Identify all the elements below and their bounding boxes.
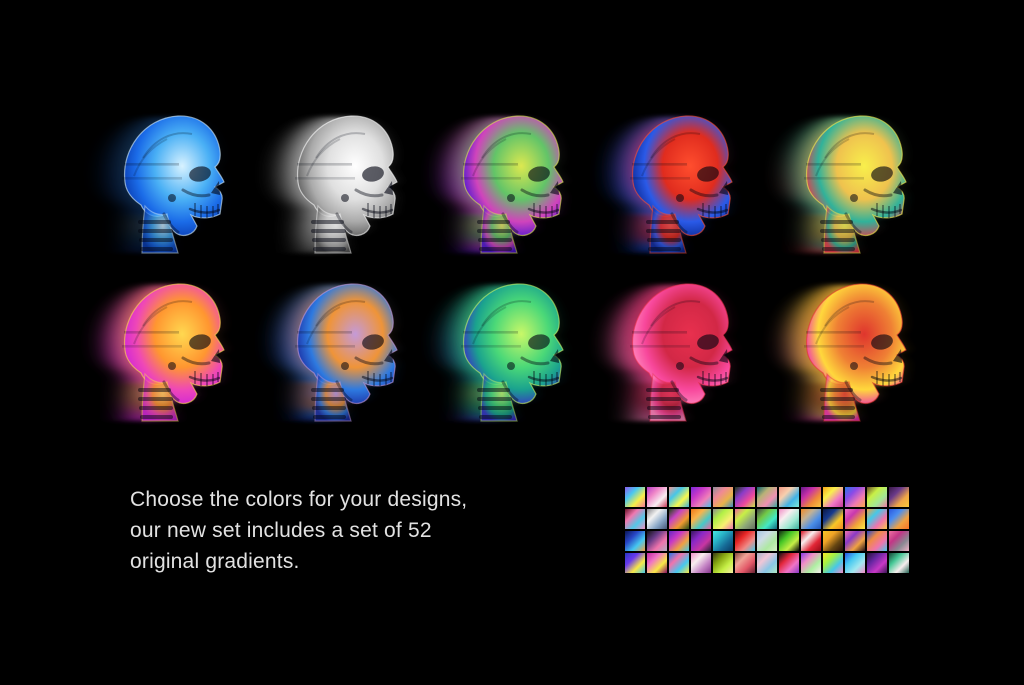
gradient-swatch [669,509,689,529]
caption-line-3: original gradients. [130,546,510,577]
skull-xray-lavender-orange-blue [261,270,421,422]
skull-row-top [0,102,1024,272]
gradient-swatch [647,531,667,551]
gradient-swatch [867,509,887,529]
gradient-swatch [889,553,909,573]
gradient-swatch [889,531,909,551]
gradient-swatch [757,531,777,551]
skull-xray-graphic [427,102,587,254]
skull-xray-green-blue [427,270,587,422]
gradient-swatch [867,531,887,551]
caption-line-1: Choose the colors for your designs, [130,484,510,515]
skull-xray-yellow-teal-red [770,102,930,254]
skull-xray-graphic [261,270,421,422]
skull-xray-graphic [88,102,248,254]
gradient-swatch [625,487,645,507]
gradient-swatch [867,487,887,507]
gradient-swatch [669,487,689,507]
gradient-swatch [801,531,821,551]
gradient-swatch [801,509,821,529]
gradient-swatch [823,531,843,551]
gradient-swatch [625,553,645,573]
gradient-swatch [735,553,755,573]
gradient-swatch [757,553,777,573]
gradient-swatch [779,487,799,507]
gradient-swatch [823,509,843,529]
skull-xray-white [261,102,421,254]
gradient-swatch [647,553,667,573]
caption-line-2: our new set includes a set of 52 [130,515,510,546]
gradient-swatch [757,487,777,507]
skull-xray-lime-purple [427,102,587,254]
skull-xray-graphic [770,270,930,422]
gradient-grid [625,487,909,573]
gradient-swatch [779,509,799,529]
gradient-swatch [757,509,777,529]
gradient-swatch [823,553,843,573]
skull-xray-graphic [427,270,587,422]
gradient-swatch [735,487,755,507]
gradient-swatch [713,531,733,551]
gradient-swatch [889,509,909,529]
gradient-swatch [625,509,645,529]
gradient-swatch [801,553,821,573]
gradient-swatch [713,487,733,507]
skull-row-bottom [0,270,1024,440]
gradient-swatch [779,531,799,551]
gradient-swatch [713,553,733,573]
gradient-swatch [691,487,711,507]
gradient-swatch [845,553,865,573]
gradient-swatch [691,553,711,573]
gradient-swatch [779,553,799,573]
gradient-swatch [669,553,689,573]
gradient-swatch [691,531,711,551]
gradient-swatch [713,509,733,529]
caption-block: Choose the colors for your designs, our … [130,484,510,577]
gradient-swatch [867,553,887,573]
gradient-swatch [669,531,689,551]
gradient-swatch [625,531,645,551]
gradient-swatch [845,531,865,551]
gradient-swatch [845,487,865,507]
skull-xray-orange-magenta [88,270,248,422]
gradient-swatch [691,509,711,529]
skull-xray-graphic [261,102,421,254]
promo-canvas: Choose the colors for your designs, our … [0,0,1024,685]
gradient-swatch [735,531,755,551]
gradient-swatch [735,509,755,529]
gradient-swatch [823,487,843,507]
skull-xray-graphic [88,270,248,422]
gradient-swatch [801,487,821,507]
gradient-swatch [647,509,667,529]
skull-xray-graphic [596,270,756,422]
gradient-swatch [845,509,865,529]
skull-xray-graphic [770,102,930,254]
skull-xray-red-blue [596,102,756,254]
skull-xray-red-yellow-magenta [770,270,930,422]
skull-xray-blue [88,102,248,254]
gradient-swatch [889,487,909,507]
gradient-swatch [647,487,667,507]
skull-xray-crimson-pink [596,270,756,422]
skull-xray-graphic [596,102,756,254]
